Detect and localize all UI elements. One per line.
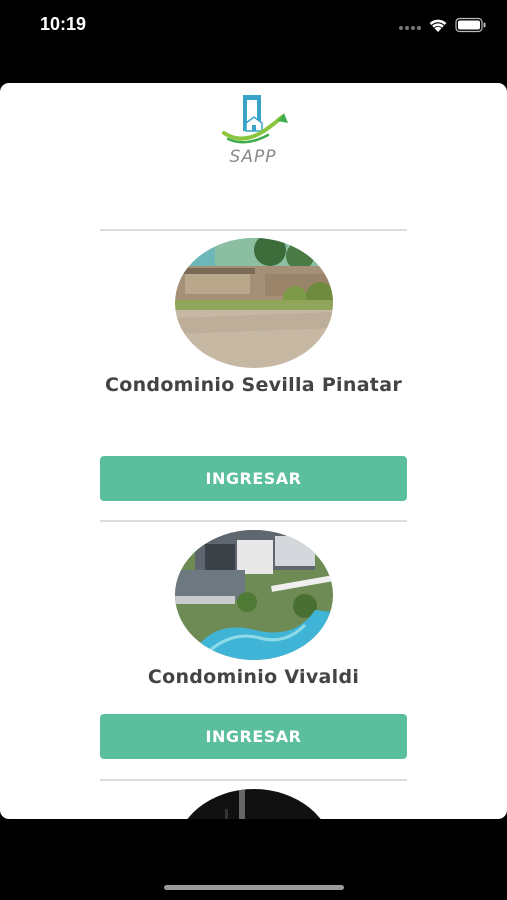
card-divider [100,229,407,231]
app-screen: 10:19 SAPP Condominio Sevilla Pinatar IN… [0,0,507,900]
condominium-title: Condominio Vivaldi [147,666,360,688]
condominium-list-sheet[interactable]: SAPP Condominio Sevilla Pinatar INGRESAR… [0,83,507,819]
card-divider [100,520,407,522]
card-divider [100,779,407,781]
condominium-photo [175,238,333,368]
home-indicator[interactable] [164,885,344,890]
condominium-title: Condominio Sevilla Pinatar [105,374,402,396]
ingresar-button[interactable]: INGRESAR [100,714,407,759]
battery-icon [455,17,486,33]
status-bar: 10:19 [0,0,507,52]
sapp-logo: SAPP [222,95,288,167]
condominium-photo [175,530,333,660]
status-time: 10:19 [40,14,87,34]
condominium-photo [175,789,333,819]
ingresar-button[interactable]: INGRESAR [100,456,407,501]
signal-icon [399,26,421,30]
logo-text: SAPP [230,147,277,167]
wifi-icon [429,19,447,32]
